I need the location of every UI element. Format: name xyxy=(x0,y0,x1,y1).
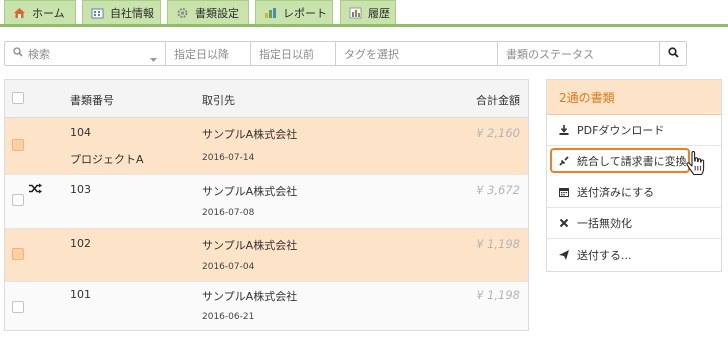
close-icon xyxy=(559,218,569,228)
row-checkbox[interactable] xyxy=(12,248,24,260)
merge-icon xyxy=(559,155,569,166)
documents-table: 書類番号 取引先 合計金額 104 プロジェクトA サンプルA株式会社 2016… xyxy=(4,79,529,331)
tab-home[interactable]: ホーム xyxy=(4,0,76,24)
tab-report[interactable]: レポート xyxy=(255,0,333,24)
tab-history[interactable]: 履歴 xyxy=(340,0,396,24)
table-header: 書類番号 取引先 合計金額 xyxy=(5,80,528,118)
tab-label: ホーム xyxy=(32,6,65,20)
mark-as-sent-action[interactable]: 送付済みにする xyxy=(547,177,721,208)
bulk-invalidate-action[interactable]: 一括無効化 xyxy=(547,208,721,239)
row-checkbox[interactable] xyxy=(12,194,24,206)
status-placeholder: 書類のステータス xyxy=(506,47,594,61)
calendar-icon xyxy=(559,187,569,197)
history-chart-icon xyxy=(349,7,362,19)
gear-icon xyxy=(176,7,189,19)
row-checkbox[interactable] xyxy=(12,139,24,151)
header-total: 合計金額 xyxy=(476,94,520,107)
select-all-checkbox[interactable] xyxy=(12,92,24,104)
panel-title: 2通の書類 xyxy=(547,80,721,115)
client-name: サンプルA株式会社 xyxy=(202,239,298,252)
tag-placeholder: タグを選択 xyxy=(344,47,399,61)
keyword-placeholder: 検索 xyxy=(28,47,50,61)
date-to-input[interactable]: 指定日以前 xyxy=(251,41,336,66)
action-label: 送付する... xyxy=(577,248,632,262)
caret-down-icon xyxy=(150,52,157,65)
tab-bar: ホーム 自社情報 書類設定 レポート 履歴 xyxy=(0,0,728,27)
header-client: 取引先 xyxy=(202,94,235,107)
document-amount: ¥ 1,198 xyxy=(476,237,520,251)
bar-chart-icon xyxy=(264,7,277,19)
document-subject: プロジェクトA xyxy=(70,153,144,166)
search-bar: 検索 指定日以降 指定日以前 タグを選択 書類のステータス xyxy=(4,41,687,66)
document-number: 103 xyxy=(70,183,91,196)
status-select[interactable]: 書類のステータス xyxy=(498,41,660,66)
table-row[interactable]: 101 サンプルA株式会社 2016-06-21 ¥ 1,198 xyxy=(5,282,528,330)
date-from-input[interactable]: 指定日以降 xyxy=(166,41,251,66)
tag-select[interactable]: タグを選択 xyxy=(336,41,498,66)
action-label: 統合して請求書に変換 xyxy=(577,154,687,168)
tab-company-info[interactable]: 自社情報 xyxy=(82,0,161,24)
tab-label: レポート xyxy=(283,6,327,20)
document-number: 102 xyxy=(70,237,91,250)
document-number: 104 xyxy=(70,126,91,139)
client-name: サンプルA株式会社 xyxy=(202,290,298,303)
client-name: サンプルA株式会社 xyxy=(202,128,298,141)
date-to-placeholder: 指定日以前 xyxy=(259,47,314,61)
row-checkbox[interactable] xyxy=(12,301,24,313)
hand-cursor-icon xyxy=(686,150,706,177)
pdf-download-action[interactable]: PDFダウンロード xyxy=(547,115,721,146)
action-label: 一括無効化 xyxy=(577,217,632,230)
action-label: PDFダウンロード xyxy=(577,124,665,137)
document-amount: ¥ 1,198 xyxy=(476,288,520,302)
search-icon xyxy=(13,47,23,60)
document-amount: ¥ 3,672 xyxy=(476,183,520,197)
building-icon xyxy=(91,7,104,19)
tab-label: 自社情報 xyxy=(110,6,154,20)
action-label: 送付済みにする xyxy=(577,186,655,199)
header-number: 書類番号 xyxy=(70,94,114,107)
table-row[interactable]: 104 プロジェクトA サンプルA株式会社 2016-07-14 ¥ 2,160 xyxy=(5,118,528,175)
client-name: サンプルA株式会社 xyxy=(202,185,298,198)
document-number: 101 xyxy=(70,288,91,301)
selected-count-label: 2通の書類 xyxy=(559,90,615,105)
date-from-placeholder: 指定日以降 xyxy=(174,47,229,61)
document-date: 2016-07-08 xyxy=(202,208,255,218)
document-date: 2016-07-14 xyxy=(202,153,255,163)
search-icon xyxy=(667,46,679,61)
table-row[interactable]: 103 サンプルA株式会社 2016-07-08 ¥ 3,672 xyxy=(5,175,528,229)
document-date: 2016-06-21 xyxy=(202,312,255,322)
merge-to-invoice-action[interactable]: 統合して請求書に変換 xyxy=(550,148,690,173)
keyword-search-input[interactable]: 検索 xyxy=(4,41,166,66)
tab-document-settings[interactable]: 書類設定 xyxy=(167,0,249,24)
download-icon xyxy=(559,125,569,135)
tab-label: 書類設定 xyxy=(195,6,239,20)
document-date: 2016-07-04 xyxy=(202,262,255,272)
document-amount: ¥ 2,160 xyxy=(476,126,520,140)
search-button[interactable] xyxy=(660,41,687,66)
tab-label: 履歴 xyxy=(368,6,390,20)
table-row[interactable]: 102 サンプルA株式会社 2016-07-04 ¥ 1,198 xyxy=(5,229,528,282)
send-icon xyxy=(559,249,569,260)
merge-shuffle-icon xyxy=(29,183,42,197)
send-action[interactable]: 送付する... xyxy=(547,239,721,270)
home-icon xyxy=(13,7,26,19)
